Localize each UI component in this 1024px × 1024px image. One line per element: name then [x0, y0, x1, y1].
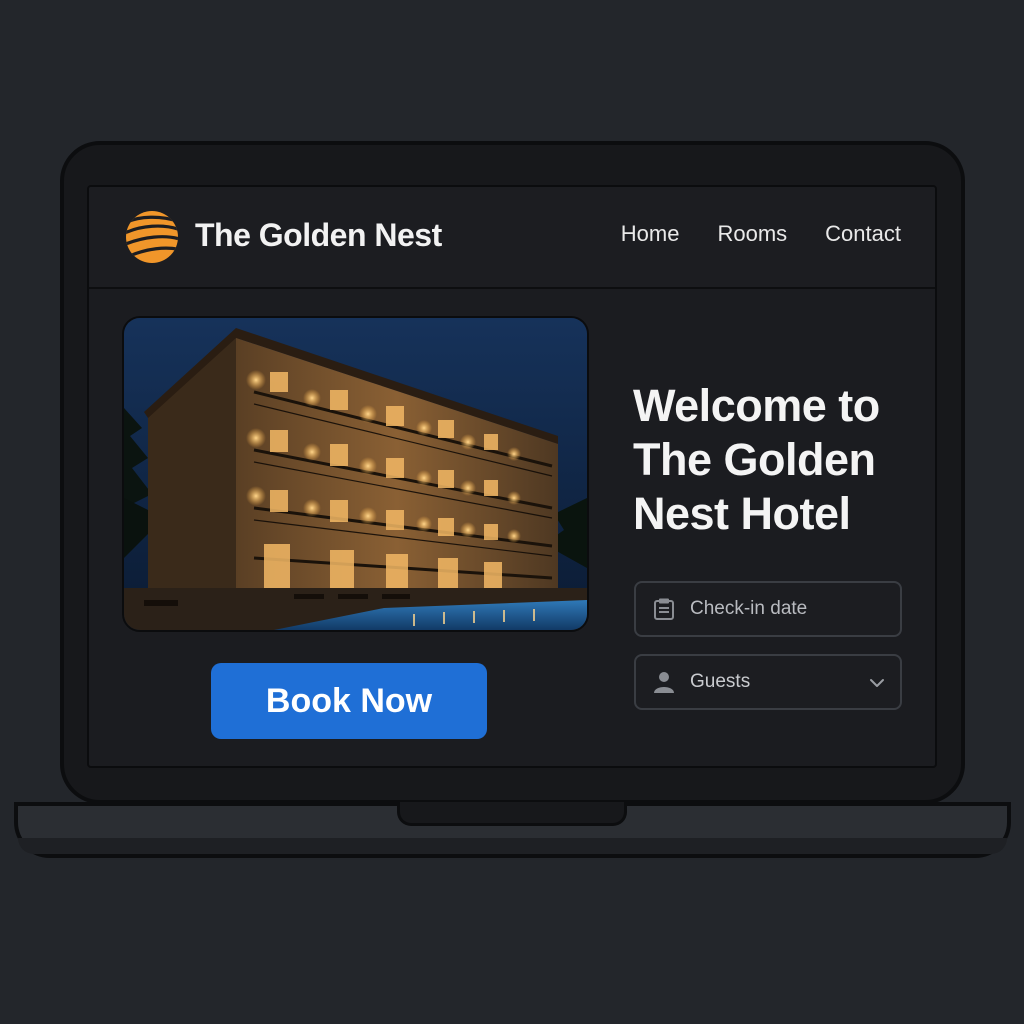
site-header: The Golden Nest Home Rooms Contact [89, 187, 935, 289]
welcome-line-2: The Golden [633, 434, 876, 485]
golden-globe-icon[interactable] [123, 211, 181, 263]
main-nav: Home Rooms Contact [621, 221, 901, 247]
checkin-date-input[interactable] [690, 583, 870, 635]
laptop-base-edge [18, 838, 1007, 854]
nav-rooms-link[interactable]: Rooms [717, 221, 787, 247]
nav-contact-link[interactable]: Contact [825, 221, 901, 247]
guests-select[interactable]: Guests [634, 654, 902, 710]
welcome-line-1: Welcome to [633, 380, 880, 431]
user-icon [654, 672, 674, 693]
laptop-trackpad-notch [397, 802, 627, 826]
hotel-building-illustration [124, 318, 587, 630]
brand-name[interactable]: The Golden Nest [195, 217, 442, 254]
hotel-hero-image [122, 316, 589, 632]
nav-home-link[interactable]: Home [621, 221, 680, 247]
book-now-button[interactable]: Book Now [211, 663, 487, 739]
laptop-mockup: The Golden Nest Home Rooms Contact Book … [0, 0, 1024, 1024]
laptop-screen: The Golden Nest Home Rooms Contact Book … [87, 185, 937, 768]
calendar-icon [654, 598, 674, 620]
guests-value: Guests [690, 671, 751, 692]
chevron-down-icon[interactable] [868, 674, 886, 692]
checkin-date-field[interactable] [634, 581, 902, 637]
welcome-line-3: Nest Hotel [633, 488, 851, 539]
welcome-heading: Welcome to The Golden Nest Hotel [633, 379, 923, 541]
